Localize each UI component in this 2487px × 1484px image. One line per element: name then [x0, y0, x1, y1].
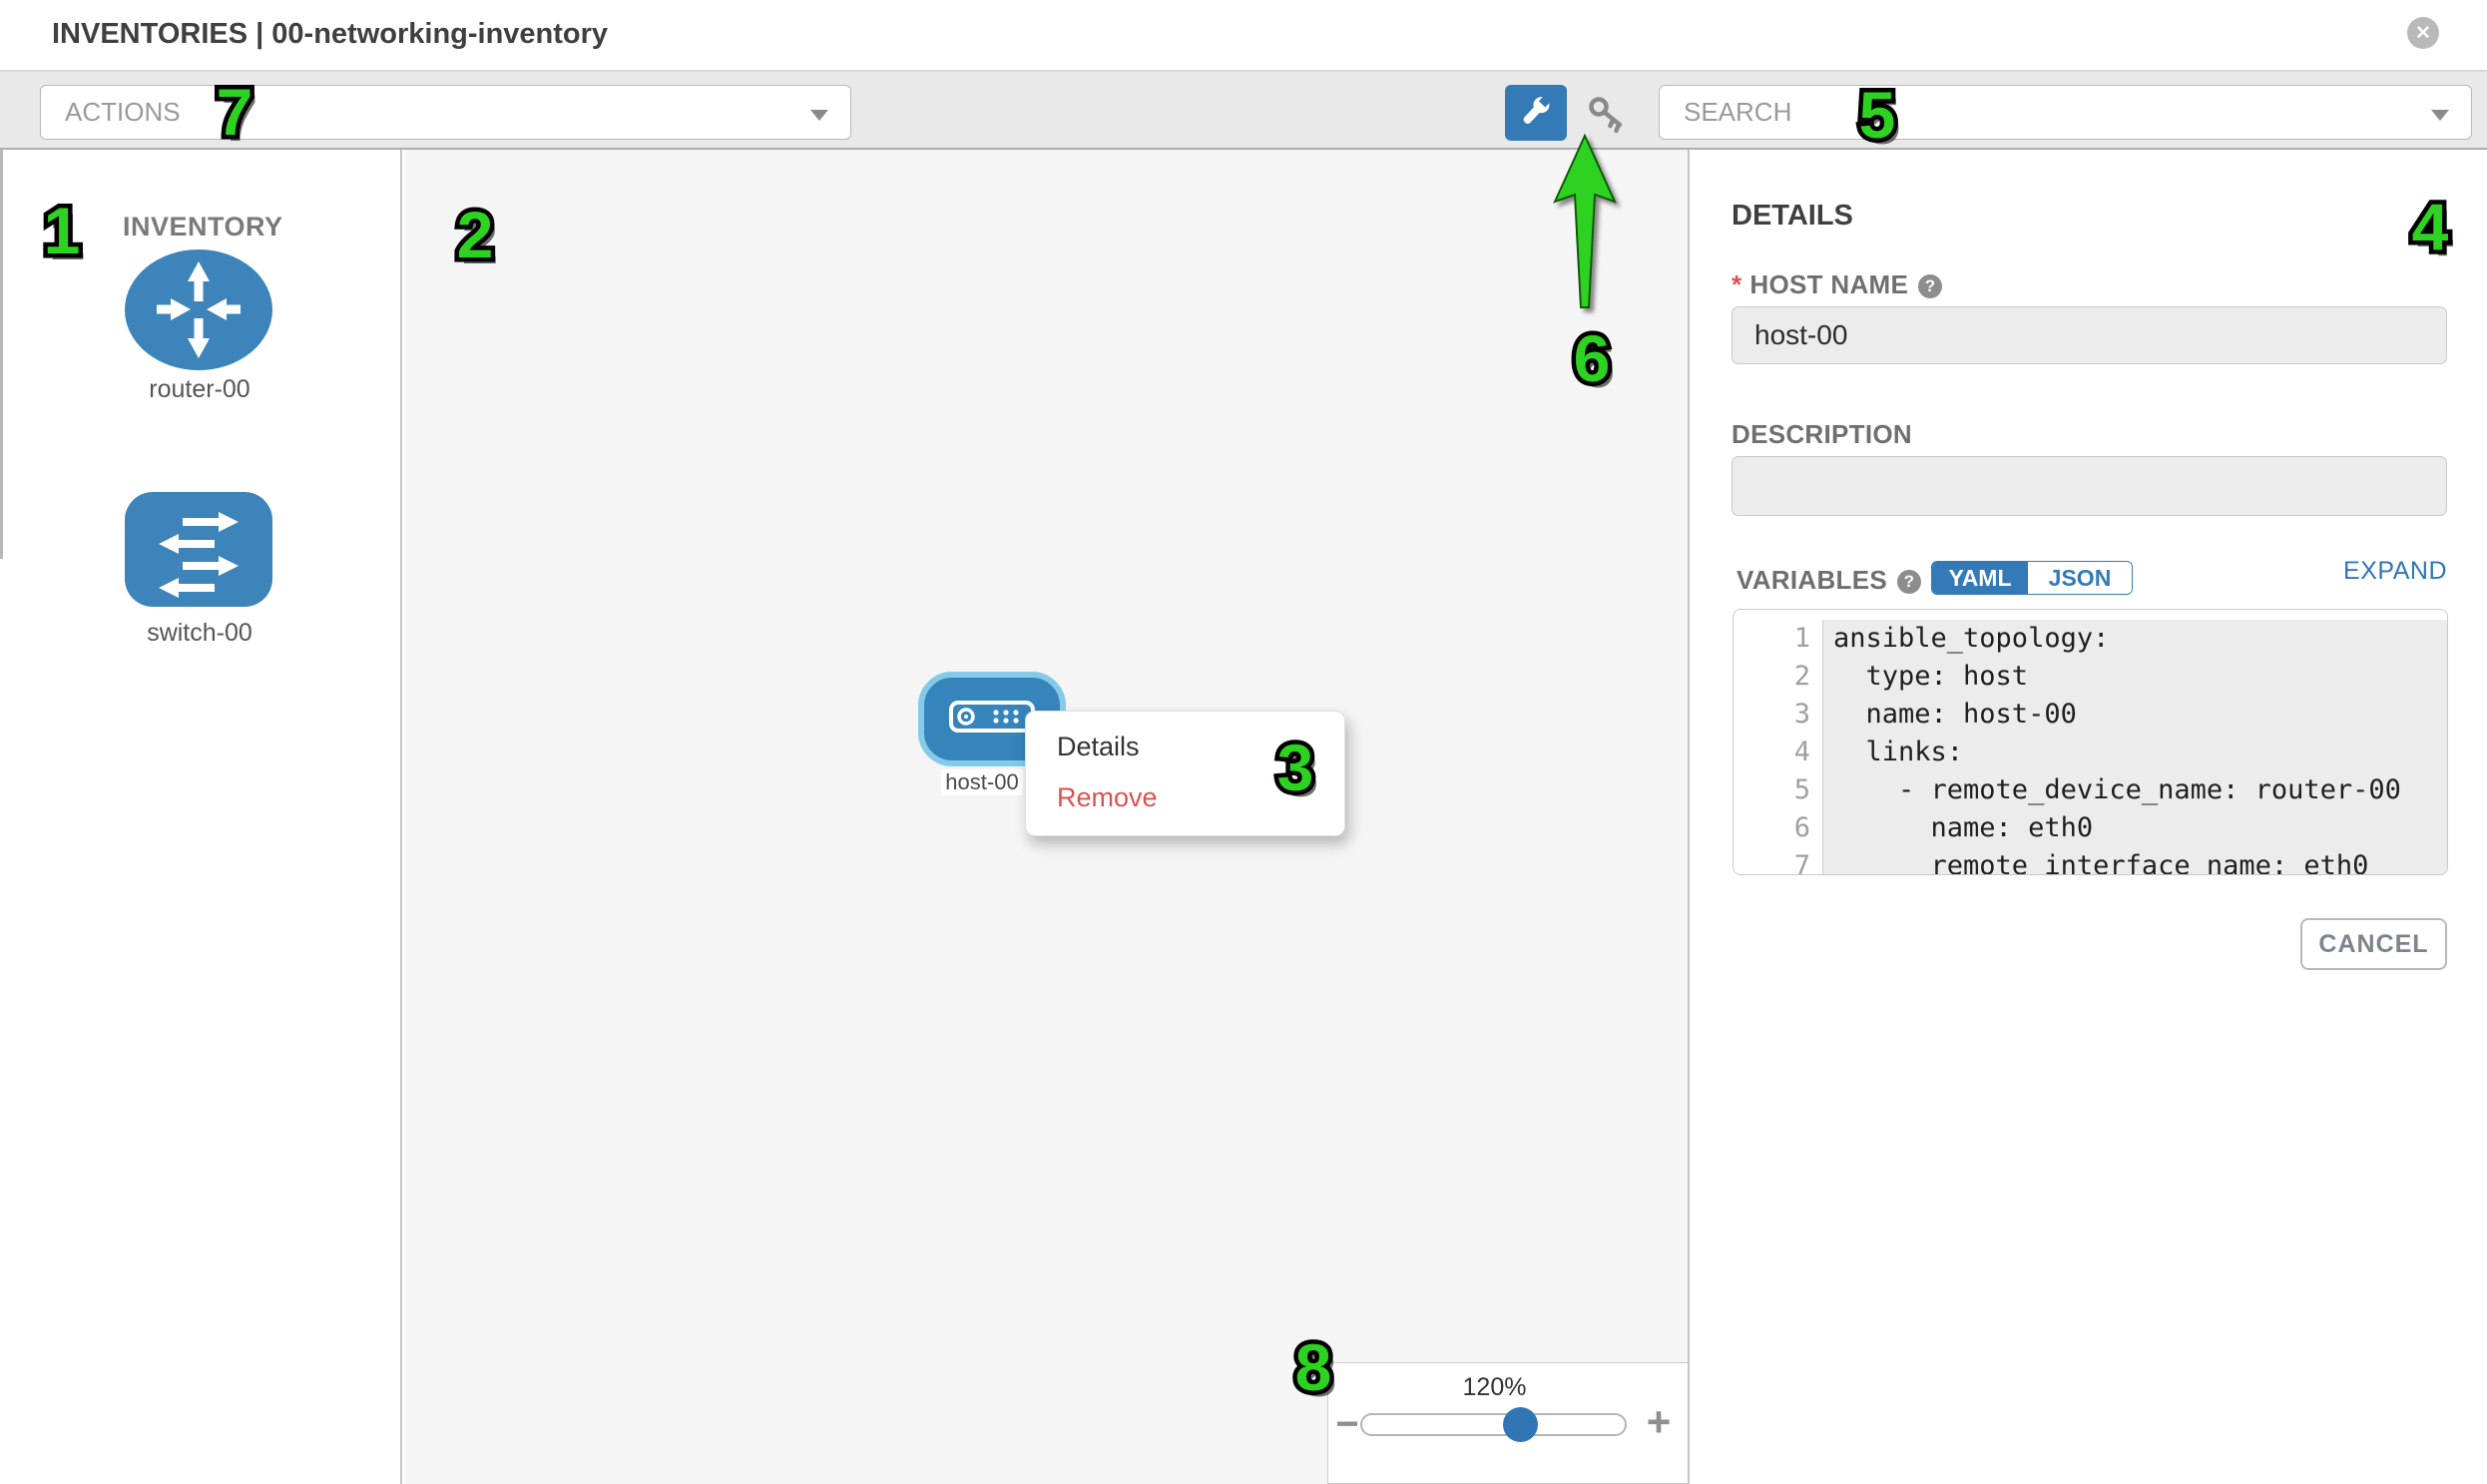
description-input[interactable] — [1732, 456, 2447, 516]
zoom-level-value: 120% — [1422, 1373, 1567, 1402]
search-dropdown-label: SEARCH — [1684, 97, 1791, 128]
code-line: 2 type: host — [1734, 658, 2447, 696]
annotation-3: 3 — [1277, 730, 1314, 805]
annotation-1: 1 — [44, 193, 81, 268]
variables-code-editor[interactable]: 1ansible_topology: 2 type: host 3 name: … — [1733, 609, 2448, 875]
annotation-2: 2 — [457, 197, 494, 272]
sidebar-item-switch[interactable] — [125, 492, 272, 607]
chevron-down-icon — [810, 110, 828, 121]
help-icon[interactable]: ? — [1897, 570, 1921, 594]
cancel-button[interactable]: CANCEL — [2300, 918, 2447, 970]
code-line: 3 name: host-00 — [1734, 696, 2447, 734]
required-asterisk: * — [1732, 269, 1741, 299]
code-line: 5 - remote_device_name: router-00 — [1734, 771, 2447, 809]
annotation-4: 4 — [2412, 189, 2449, 264]
code-line: 4 links: — [1734, 734, 2447, 771]
host-name-label: *HOST NAME? — [1732, 269, 1942, 300]
annotation-7: 7 — [217, 74, 253, 150]
inventory-panel-title: INVENTORY — [123, 212, 283, 243]
code-line: 1ansible_topology: — [1734, 620, 2447, 658]
annotation-arrow-up-icon — [1537, 128, 1637, 322]
host-node-label: host-00 — [941, 769, 1023, 795]
tab-yaml[interactable]: YAML — [1932, 562, 2028, 594]
chevron-down-icon — [2431, 110, 2449, 121]
description-label: DESCRIPTION — [1732, 419, 1912, 450]
toolbar: ACTIONS — [0, 72, 2487, 150]
zoom-slider-thumb[interactable] — [1503, 1407, 1538, 1442]
sidebar-item-router-label: router-00 — [100, 375, 299, 404]
tab-json[interactable]: JSON — [2028, 562, 2132, 594]
annotation-8: 8 — [1295, 1329, 1332, 1405]
code-lines: 1ansible_topology: 2 type: host 3 name: … — [1734, 610, 2447, 875]
zoom-in-button[interactable]: + — [1637, 1400, 1681, 1444]
header-bar: INVENTORIES | 00-networking-inventory ✕ — [0, 0, 2487, 72]
scrollbar[interactable] — [0, 150, 3, 559]
router-icon — [125, 357, 272, 374]
app-window: INVENTORIES | 00-networking-inventory ✕ … — [0, 0, 2487, 1484]
code-line: 7 remote_interface_name: eth0 — [1734, 847, 2447, 875]
zoom-slider-track[interactable] — [1360, 1413, 1627, 1436]
variables-format-toggle: YAML JSON — [1931, 561, 2133, 595]
annotation-6: 6 — [1574, 320, 1611, 396]
close-icon[interactable]: ✕ — [2407, 17, 2439, 49]
switch-icon — [125, 594, 272, 611]
sidebar-item-switch-label: switch-00 — [100, 619, 299, 648]
annotation-5: 5 — [1859, 77, 1896, 153]
variables-label: VARIABLES? — [1737, 565, 1921, 596]
search-dropdown[interactable]: SEARCH — [1659, 85, 2472, 140]
code-line: 6 name: eth0 — [1734, 809, 2447, 847]
details-panel-title: DETAILS — [1732, 200, 1853, 233]
actions-dropdown-label: ACTIONS — [65, 97, 181, 128]
expand-link[interactable]: EXPAND — [2247, 557, 2447, 586]
actions-dropdown[interactable]: ACTIONS — [40, 85, 851, 140]
host-name-input[interactable] — [1732, 306, 2447, 364]
sidebar-item-router[interactable] — [125, 249, 272, 370]
help-icon[interactable]: ? — [1918, 274, 1942, 298]
page-title: INVENTORIES | 00-networking-inventory — [52, 18, 608, 51]
host-icon — [949, 701, 1035, 738]
